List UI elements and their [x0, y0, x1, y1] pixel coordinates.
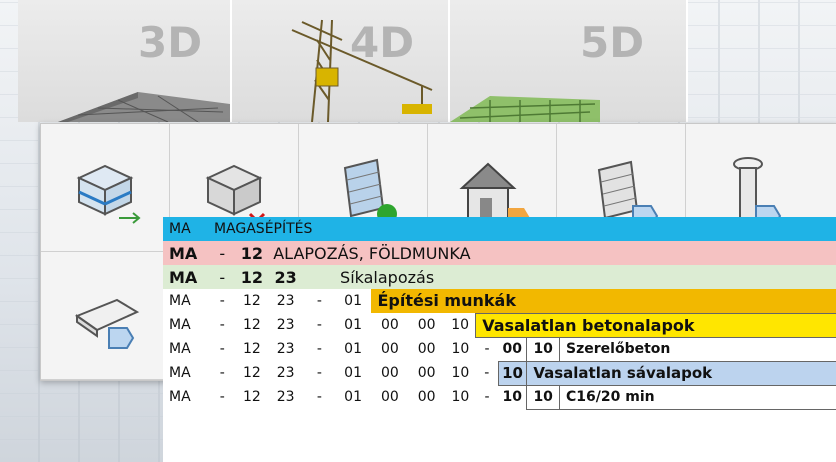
table-row-level6[interactable]: MA - 12 23 - 01 00 00 10 - 10 Vasalatlan… [163, 360, 836, 386]
cell-n2: 23 [276, 341, 295, 357]
slab-tag-icon [74, 298, 140, 349]
tile-3d[interactable]: 3D [18, 0, 232, 122]
cell-n3: 01 [344, 341, 362, 357]
cell-dash: - [219, 365, 225, 381]
cell-dash2: - [316, 293, 322, 309]
cell-n1: 12 [242, 389, 261, 405]
cell-n3: 01 [344, 293, 362, 309]
cell-dash3: - [484, 341, 490, 358]
cell-n4: 00 [380, 317, 399, 333]
cell-title: Építési munkák [371, 289, 836, 313]
cell-dash2: - [316, 317, 322, 333]
table-row-level5[interactable]: MA - 12 23 - 01 00 00 10 - 00 10 Szerelő… [163, 336, 836, 362]
house-tag-icon [459, 162, 530, 228]
tile-5d-label: 5D [580, 18, 645, 67]
cell-dash: - [219, 267, 226, 287]
table-row-level4[interactable]: MA - 12 23 - 01 00 00 10 Vasalatlan beto… [163, 312, 836, 338]
cell-code: MA [169, 267, 198, 287]
cell-n2: 23 [276, 365, 295, 381]
cell-n1: 12 [240, 267, 264, 287]
cell-n4: 00 [380, 365, 399, 381]
cell-n7: 00 [502, 341, 523, 357]
cell-n5: 00 [417, 341, 436, 357]
cell-n5: 00 [417, 365, 436, 381]
cell-n2: 23 [276, 317, 295, 333]
crane-icon [291, 19, 433, 122]
cell-dash: - [219, 293, 225, 309]
cell-n4: 00 [380, 341, 399, 357]
cell-code: MA [169, 365, 191, 381]
cell-n6: 10 [451, 365, 470, 381]
cell-dash: - [219, 317, 225, 333]
table-row-level7[interactable]: MA - 12 23 - 01 00 00 10 - 10 10 C16/20 … [163, 384, 836, 410]
cell-code: MA [169, 317, 191, 333]
cell-code: MA [169, 293, 191, 309]
cell-n1: 12 [242, 317, 261, 333]
tool-button-1[interactable] [41, 124, 170, 252]
cell-n6: 10 [451, 389, 470, 405]
cell-n2: 23 [274, 267, 297, 287]
table-row-level2[interactable]: MA - 12 23 Síkalapozás [163, 265, 836, 289]
cell-n4: 00 [380, 389, 399, 405]
cell-code: MA [169, 341, 191, 357]
wall-refresh-icon [343, 158, 397, 224]
cell-dash: - [219, 389, 225, 405]
cell-code: MA [169, 389, 191, 405]
tile-4d-label: 4D [350, 18, 415, 67]
cell-code: MA [169, 221, 191, 237]
table-row-level3[interactable]: MA - 12 23 - 01 Építési munkák [163, 289, 836, 313]
cell-title: MAGASÉPÍTÉS [213, 221, 313, 237]
cell-n3: 01 [344, 389, 362, 405]
cell-title: C16/20 min [559, 384, 836, 410]
tool-button-7[interactable] [41, 252, 170, 380]
cell-title: Szerelőbeton [559, 336, 836, 362]
cell-dash3: - [484, 365, 490, 381]
cell-title: Vasalatlan betonalapok [475, 312, 836, 338]
cell-n1: 12 [240, 243, 264, 263]
tile-4d[interactable]: 4D [232, 0, 450, 122]
cell-dash2: - [316, 365, 322, 381]
cell-n7: 10 [497, 360, 528, 386]
column-tag-icon [733, 156, 782, 227]
cell-n2: 23 [276, 293, 295, 309]
cell-n8: 10 [526, 336, 561, 362]
cell-n8: 10 [526, 384, 561, 410]
cell-n6: 10 [451, 317, 470, 333]
cell-n1: 12 [242, 341, 261, 357]
table-row-header[interactable]: MA MAGASÉPÍTÉS [163, 217, 836, 241]
cell-n3: 01 [344, 365, 362, 381]
cell-title: Vasalatlan sávalapok [526, 360, 836, 386]
cell-title: ALAPOZÁS, FÖLDMUNKA [273, 243, 471, 263]
cell-n3: 01 [344, 317, 362, 333]
cost-model-icon [450, 96, 600, 122]
cell-dash: - [219, 243, 226, 263]
cell-n5: 00 [417, 389, 436, 405]
cell-n5: 00 [417, 317, 436, 333]
cell-n6: 10 [451, 341, 470, 357]
cell-dash2: - [316, 389, 322, 405]
cell-n7: 10 [502, 389, 523, 406]
tile-5d[interactable]: 5D [450, 0, 688, 122]
cell-code: MA [169, 243, 198, 263]
cell-dash3: - [484, 389, 490, 405]
classification-table: MA MAGASÉPÍTÉS MA - 12 ALAPOZÁS, FÖLDMUN… [163, 217, 836, 462]
delete-element-icon [205, 164, 266, 228]
table-row-level1[interactable]: MA - 12 ALAPOZÁS, FÖLDMUNKA [163, 241, 836, 265]
object-to-element-icon [76, 164, 141, 224]
cell-n1: 12 [242, 365, 261, 381]
cell-title: Síkalapozás [340, 267, 435, 287]
cell-n1: 12 [242, 293, 261, 309]
tile-3d-label: 3D [138, 18, 203, 67]
cell-dash: - [219, 341, 225, 357]
wall-tag-icon [597, 160, 659, 227]
cell-n2: 23 [276, 389, 295, 405]
cell-dash2: - [316, 341, 322, 357]
